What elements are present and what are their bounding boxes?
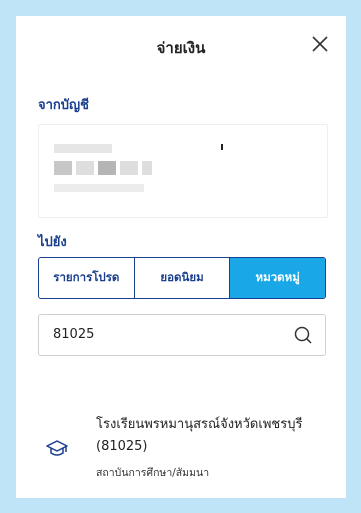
payment-card: จ่ายเงิน จากบัญชี ไปยัง รายการโปรด ยอดนิ… — [16, 16, 346, 498]
masked-account-name — [54, 144, 112, 153]
close-icon — [312, 36, 328, 52]
from-account-label: จากบัญชี — [38, 98, 89, 113]
to-label: ไปยัง — [38, 235, 67, 250]
search-value: 81025 — [53, 327, 95, 342]
result-list-item[interactable]: โรงเรียนพรหมานุสรณ์จังหวัดเพชรบุรี (8102… — [38, 404, 338, 484]
result-category: สถาบันการศึกษา/สัมมนา — [96, 467, 210, 479]
search-input[interactable]: 81025 — [38, 314, 326, 356]
result-code: (81025) — [96, 439, 148, 454]
destination-tabs: รายการโปรด ยอดนิยม หมวดหมู่ — [38, 257, 326, 299]
masked-balance — [54, 184, 144, 192]
close-button[interactable] — [310, 34, 330, 54]
result-name-line1: โรงเรียนพรหมานุสรณ์จังหวัดเพชรบุรี — [96, 417, 303, 432]
tab-favorites[interactable]: รายการโปรด — [39, 258, 135, 298]
masked-account-number — [54, 161, 156, 175]
tab-popular[interactable]: ยอดนิยม — [135, 258, 231, 298]
tab-categories[interactable]: หมวดหมู่ — [230, 258, 325, 298]
graduation-cap-icon — [46, 440, 68, 456]
search-icon[interactable] — [293, 325, 313, 345]
result-name: โรงเรียนพรหมานุสรณ์จังหวัดเพชรบุรี (8102… — [96, 414, 336, 458]
header: จ่ายเงิน — [16, 16, 346, 76]
masked-mark — [221, 144, 223, 150]
page-title: จ่ายเงิน — [156, 39, 206, 57]
